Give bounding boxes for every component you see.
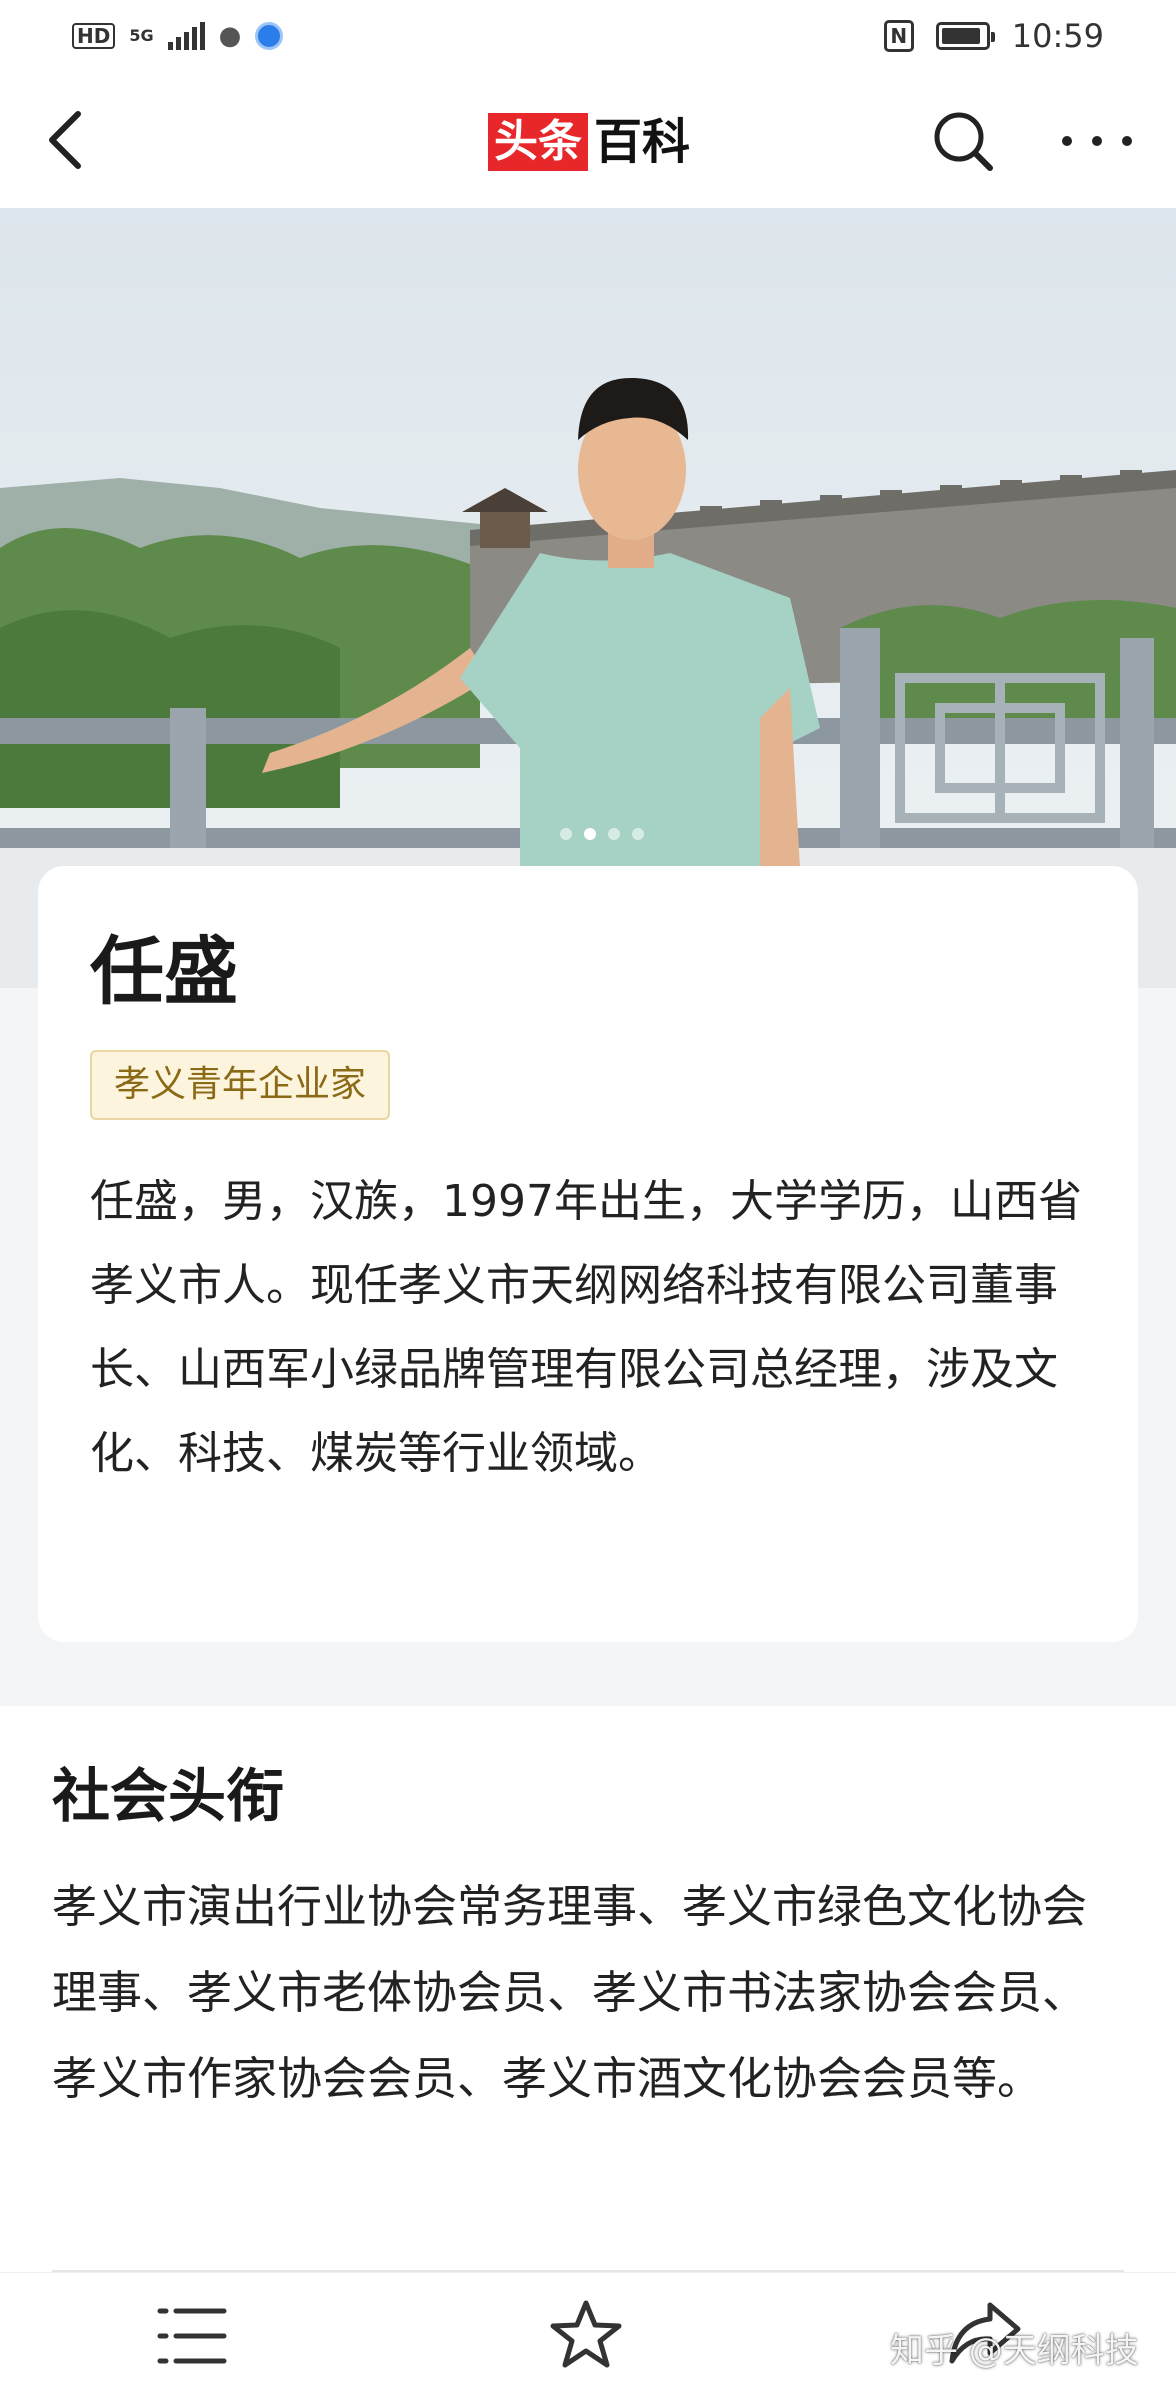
battery-icon	[935, 22, 995, 50]
nfc-icon: N	[883, 20, 914, 52]
star-icon	[550, 2300, 622, 2368]
hd-badge: HD	[72, 23, 116, 49]
clock: 10:59	[1011, 17, 1104, 55]
logo-red-part: 头条	[488, 113, 588, 171]
menu-icon	[157, 2308, 227, 2364]
bottom-toolbar: 知乎 @天纲科技	[0, 2272, 1176, 2400]
globe-icon	[255, 22, 284, 50]
social-titles-section: 社会头衔 孝义市演出行业协会常务理事、孝义市绿色文化协会理事、孝义市老体协会员、…	[0, 1706, 1176, 2272]
profile-card: 任盛 孝义青年企业家 任盛，男，汉族，1997年出生，大学学历，山西省孝义市人。…	[38, 866, 1138, 1642]
logo-black-part: 百科	[594, 114, 691, 170]
carousel-dot	[584, 828, 596, 840]
status-right: N 10:59	[883, 17, 1104, 55]
more-icon	[1062, 136, 1072, 146]
app-logo: 头条 百科	[488, 112, 690, 172]
carousel-indicator	[560, 828, 644, 840]
watermark: 知乎 @天纲科技	[890, 2331, 1139, 2371]
carousel-dot	[632, 828, 644, 840]
social-titles-text: 孝义市演出行业协会常务理事、孝义市绿色文化协会理事、孝义市老体协会员、孝义市书法…	[52, 1880, 1088, 2105]
title-tag[interactable]: 孝义青年企业家	[90, 1050, 391, 1120]
network-type: 5G	[129, 26, 154, 45]
section-title: 社会头衔	[52, 1762, 285, 1830]
nav-bar: 头条 百科	[0, 72, 1176, 208]
person-name: 任盛	[90, 929, 238, 1015]
status-left: HD 5G ●	[72, 21, 284, 51]
favorite-button[interactable]	[548, 2297, 624, 2373]
search-icon	[934, 112, 993, 171]
status-bar: HD 5G ● N 10:59	[0, 0, 1176, 72]
back-button[interactable]	[40, 108, 100, 172]
catalog-button[interactable]	[156, 2303, 228, 2369]
back-icon	[49, 111, 81, 169]
search-button[interactable]	[930, 108, 996, 174]
profile-intro: 任盛，男，汉族，1997年出生，大学学历，山西省孝义市人。现任孝义市天纲网络科技…	[90, 1176, 1082, 1479]
carousel-dot	[560, 828, 572, 840]
signal-icon	[167, 22, 205, 50]
more-button[interactable]	[1062, 116, 1132, 166]
wechat-icon: ●	[218, 21, 242, 51]
carousel-dot	[608, 828, 620, 840]
